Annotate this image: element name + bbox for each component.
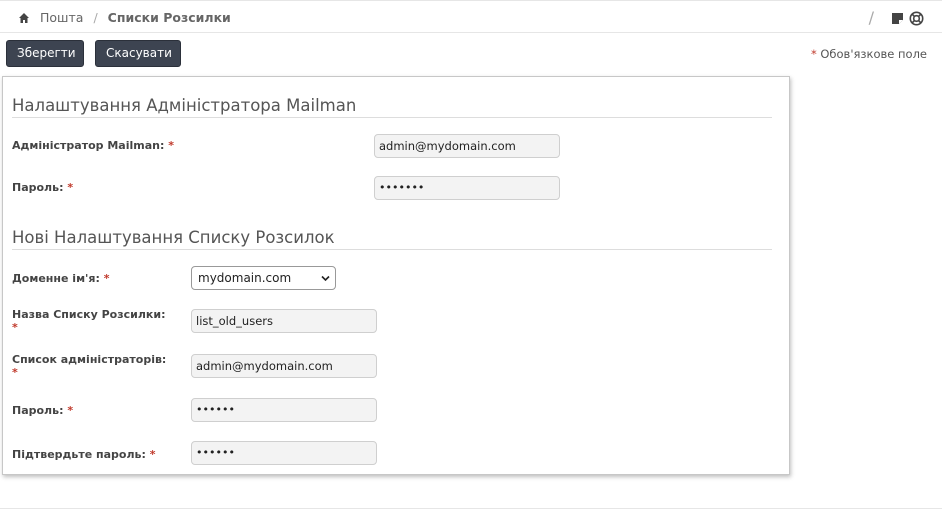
domain-select-value: mydomain.com [198, 271, 292, 285]
admin-email-input[interactable]: admin@mydomain.com [374, 134, 560, 158]
home-icon[interactable] [18, 12, 30, 24]
footer-divider [0, 508, 942, 509]
confirm-password-input[interactable]: •••••• [191, 441, 377, 465]
toolbar-separator: / [868, 8, 874, 27]
admin-password-input[interactable]: ••••••• [374, 176, 560, 200]
list-name-input[interactable]: list_old_users [191, 309, 377, 333]
admin-password-label: Пароль: * [12, 181, 73, 194]
admin-label-text: Адміністратор Mailman: [12, 139, 165, 152]
breadcrumb-current: Списки Розсилки [107, 10, 231, 25]
toolbar-icons: / [868, 8, 924, 28]
list-password-input[interactable]: •••••• [191, 398, 377, 422]
save-button[interactable]: Зберегти [6, 40, 84, 67]
domain-label: Доменне ім'я: * [12, 272, 110, 285]
breadcrumb-separator: / [93, 10, 98, 25]
required-star: * [12, 321, 18, 334]
settings-panel: Налаштування Адміністратора Mailman Адмі… [2, 76, 790, 475]
list-name-label: Назва Списку Розсилки: * [12, 308, 165, 334]
domain-select[interactable]: mydomain.com [191, 266, 336, 290]
confirm-password-label-text: Підтвердьте пароль: [12, 448, 146, 461]
breadcrumb-mail-link[interactable]: Пошта [40, 10, 83, 25]
cancel-button[interactable]: Скасувати [95, 40, 181, 67]
list-section-title: Нові Налаштування Списку Розсилок [12, 228, 772, 250]
help-icon[interactable] [909, 11, 924, 26]
required-star: * [168, 139, 174, 152]
required-star: * [103, 272, 110, 285]
admin-section-title: Налаштування Адміністратора Mailman [12, 96, 772, 118]
chevron-down-icon [321, 275, 330, 282]
breadcrumb-bar: Пошта / Списки Розсилки / [0, 0, 942, 33]
admin-label: Адміністратор Mailman: * [12, 139, 174, 152]
confirm-password-label: Підтвердьте пароль: * [12, 448, 156, 461]
list-password-label: Пароль: * [12, 404, 73, 417]
admin-password-label-text: Пароль: [12, 181, 64, 194]
breadcrumb: Пошта / Списки Розсилки [18, 10, 231, 25]
note-icon[interactable] [890, 11, 905, 26]
list-name-label-text: Назва Списку Розсилки: [12, 308, 166, 321]
list-admins-label: Список адміністраторів: * [12, 353, 166, 379]
list-password-label-text: Пароль: [12, 404, 64, 417]
list-admins-label-text: Список адміністраторів: [12, 353, 167, 366]
required-star: * [810, 47, 817, 61]
required-note-text: Обов'язкове поле [820, 47, 927, 61]
domain-label-text: Доменне ім'я: [12, 272, 100, 285]
required-star: * [149, 448, 156, 461]
list-admins-input[interactable]: admin@mydomain.com [191, 354, 377, 378]
required-star: * [67, 404, 74, 417]
required-field-note: * Обов'язкове поле [811, 47, 927, 61]
required-star: * [67, 181, 74, 194]
required-star: * [12, 366, 18, 379]
